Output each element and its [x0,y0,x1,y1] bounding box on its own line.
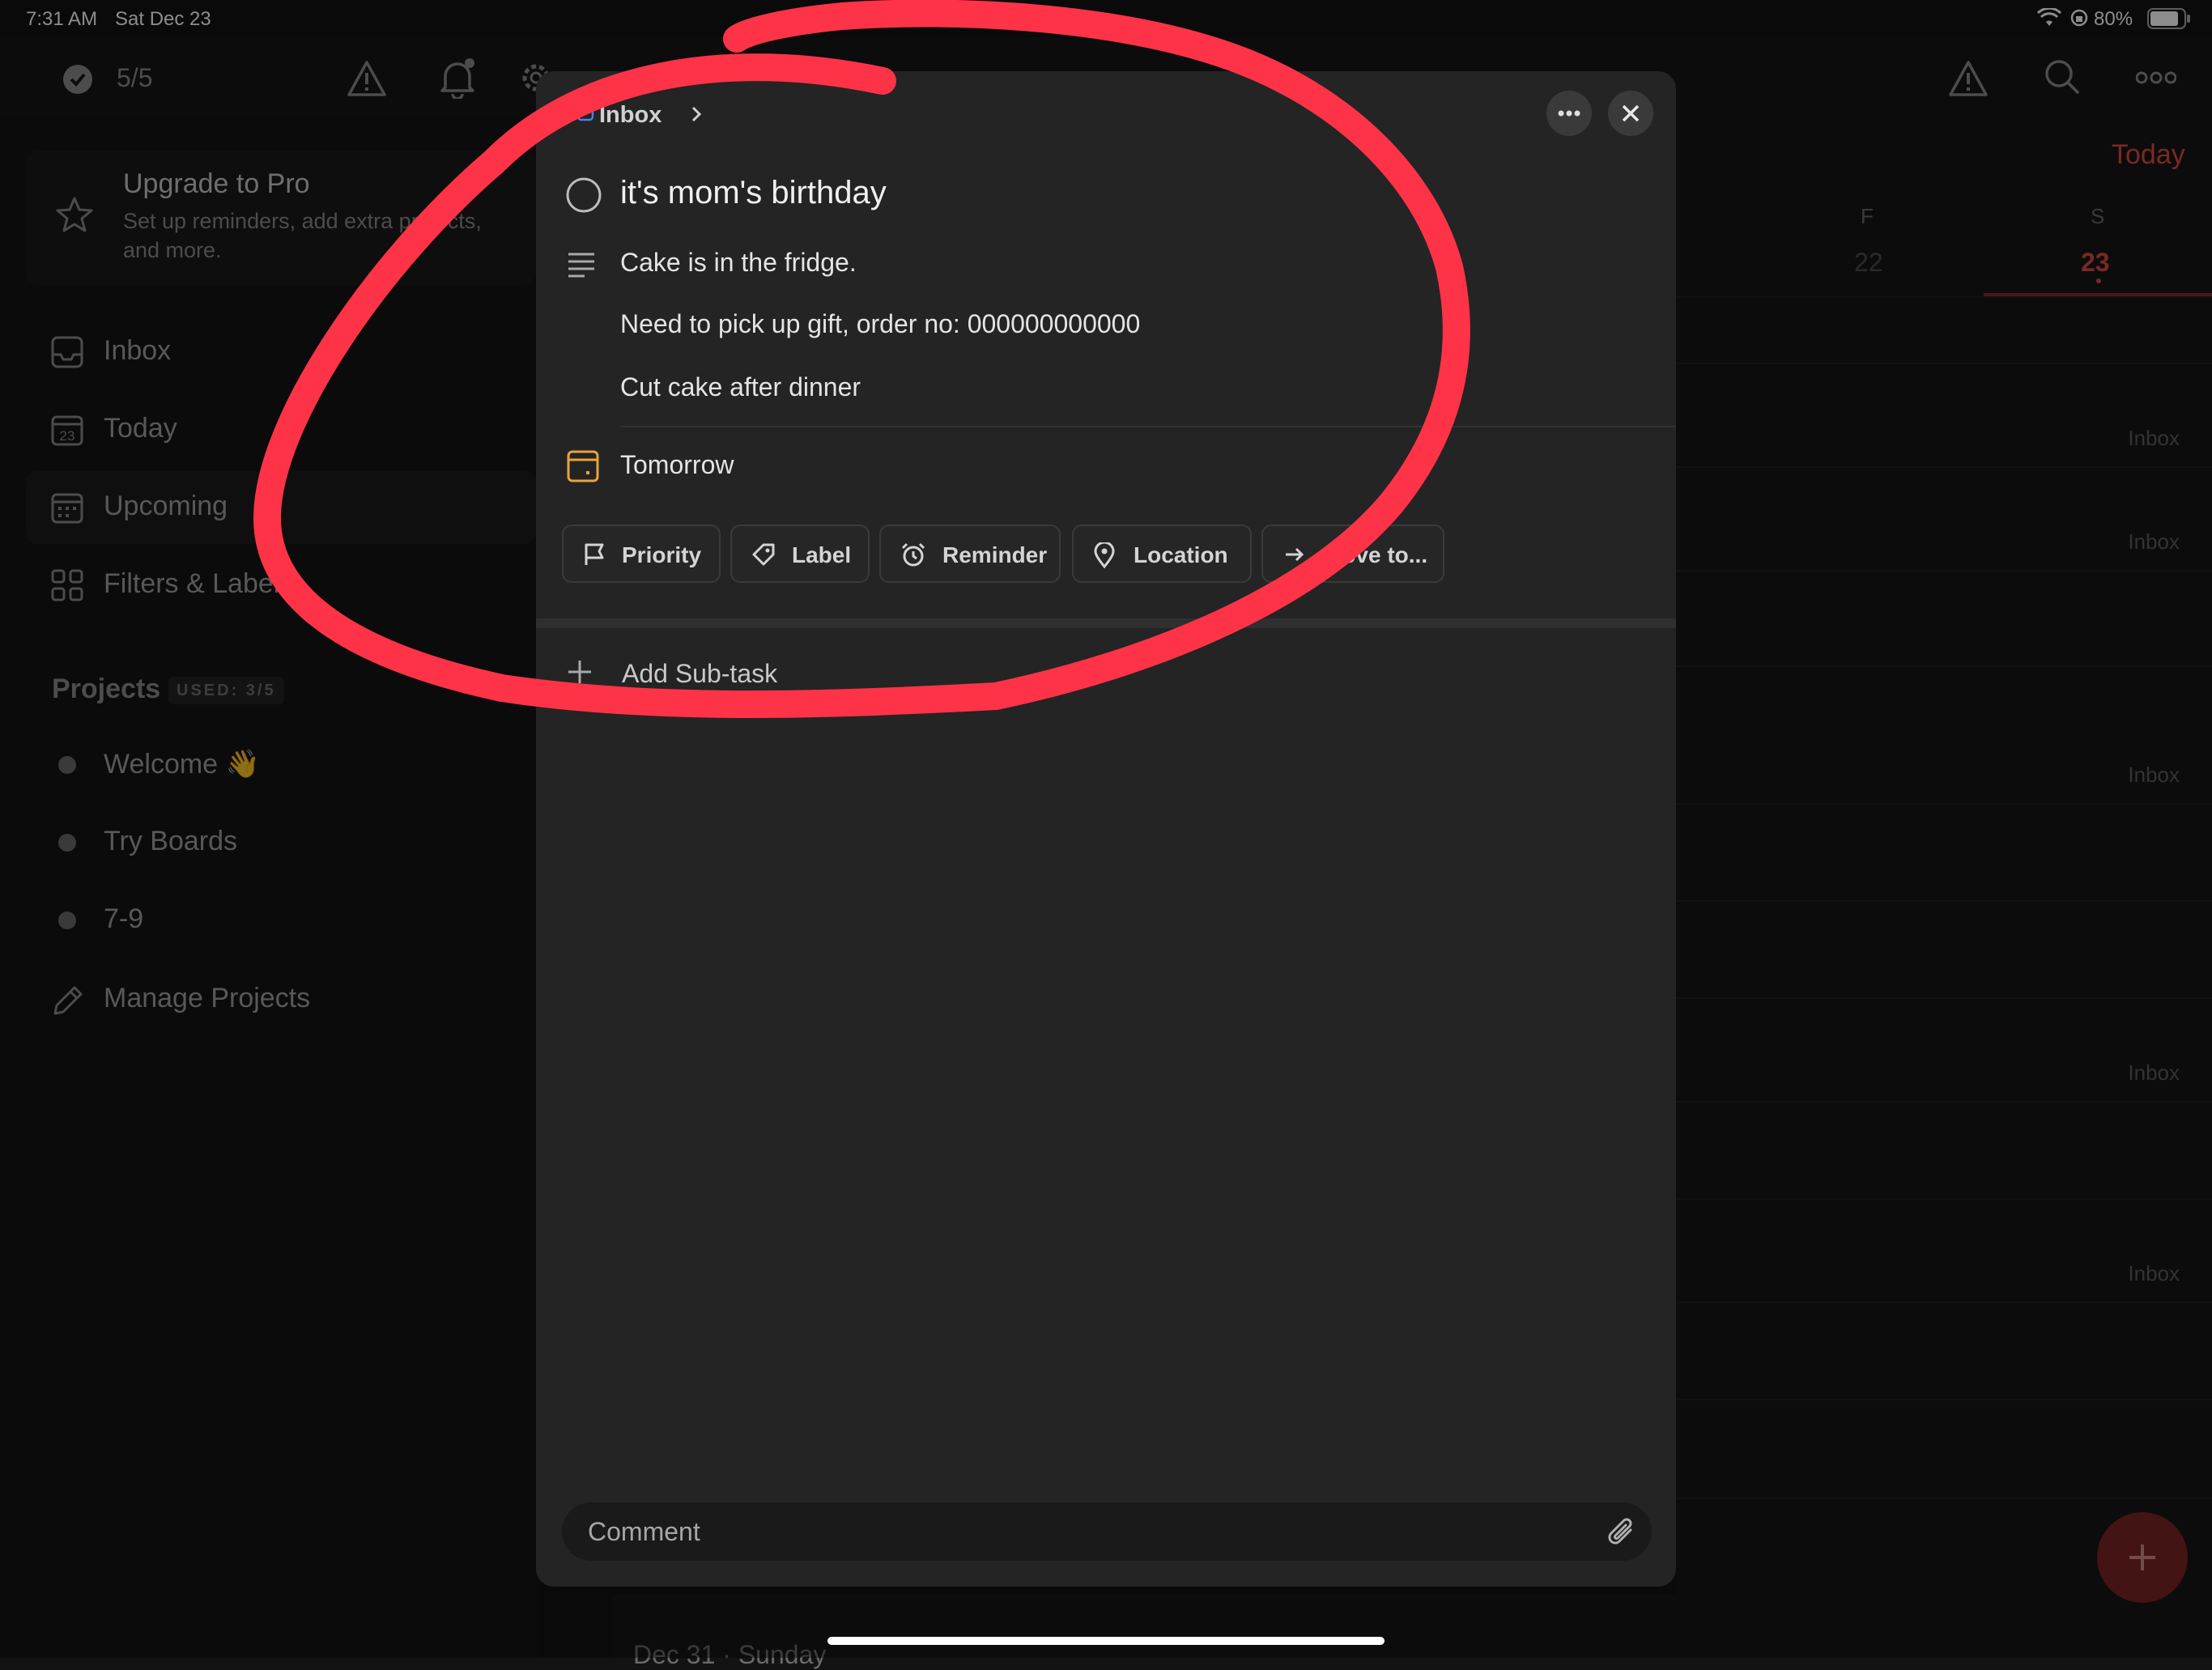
home-indicator[interactable] [827,1637,1385,1645]
annotation-circle [253,0,1470,718]
